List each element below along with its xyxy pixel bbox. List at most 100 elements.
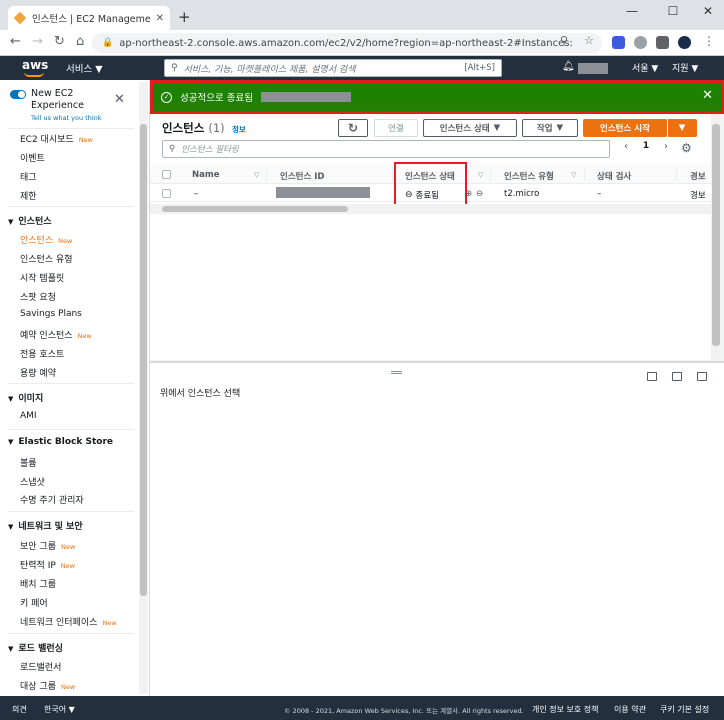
services-menu[interactable]: 서비스 ▼ [66, 61, 103, 75]
feedback-link[interactable]: Tell us what you think [31, 114, 102, 122]
sidebar-item-elastic-ip[interactable]: 탄력적 IP New [20, 558, 75, 571]
tab-title: 인스턴스 | EC2 Management Co [32, 14, 150, 25]
sidebar-item-launch-templates[interactable]: 시작 템플릿 [20, 271, 64, 284]
drag-handle-icon[interactable] [391, 371, 402, 374]
col-instance-type[interactable]: 인스턴스 유형 [504, 170, 554, 182]
sidebar-scrollbar-thumb[interactable] [140, 124, 147, 596]
sort-icon[interactable]: ▽ [571, 171, 576, 179]
actions-button[interactable]: 작업 ▼ [522, 119, 578, 137]
sidebar-section-instances[interactable]: ▼ 인스턴스 [8, 214, 52, 227]
gear-icon[interactable]: ⚙ [681, 141, 692, 155]
language-selector[interactable]: 한국어 ▼ [44, 704, 75, 715]
info-link[interactable]: 정보 [232, 124, 246, 135]
sidebar-item-security-groups[interactable]: 보안 그룹 New [20, 539, 75, 552]
zoom-icon[interactable]: ⚲ [560, 34, 568, 47]
browser-tab[interactable]: 인스턴스 | EC2 Management Co ✕ [8, 6, 170, 30]
zoom-out-icon[interactable]: ⊖ [476, 189, 483, 199]
col-alarm[interactable]: 경보 [690, 170, 706, 182]
sidebar-section-network[interactable]: ▼ 네트워크 및 보안 [8, 519, 83, 532]
extension-icon[interactable] [612, 36, 625, 49]
feedback-link[interactable]: 의견 [12, 704, 27, 715]
new-tab-button[interactable]: + [178, 8, 191, 26]
vertical-scrollbar-thumb[interactable] [712, 124, 720, 346]
bookmark-star-icon[interactable]: ☆ [584, 34, 594, 47]
col-status-check[interactable]: 상태 검사 [597, 170, 631, 182]
sidebar-item-capacity[interactable]: 용량 예약 [20, 366, 56, 379]
sidebar-item-instance-types[interactable]: 인스턴스 유형 [20, 252, 73, 265]
search-icon: ⚲ [171, 63, 178, 73]
sidebar-item-load-balancers[interactable]: 로드밸런서 [20, 660, 61, 673]
sidebar-section-images[interactable]: ▼ 이미지 [8, 391, 43, 404]
close-window-icon[interactable]: ✕ [698, 4, 718, 18]
account-menu[interactable] [578, 63, 608, 74]
layout-bottom-icon[interactable] [647, 372, 657, 381]
copyright: © 2008 - 2021, Amazon Web Services, Inc.… [284, 707, 524, 715]
sidebar-item-spot[interactable]: 스팟 요청 [20, 290, 56, 303]
forward-icon[interactable]: → [32, 34, 43, 49]
close-icon[interactable]: ✕ [114, 92, 125, 107]
prev-page-icon[interactable]: ‹ [624, 141, 628, 152]
maximize-icon[interactable]: ☐ [663, 4, 683, 18]
console-search-input[interactable]: ⚲ 서비스, 기능, 마켓플레이스 제품, 설명서 검색 [Alt+S] [164, 59, 502, 77]
sidebar-item-target-groups[interactable]: 대상 그룹 New [20, 679, 75, 692]
minimize-icon[interactable]: — [622, 4, 642, 18]
terms-link[interactable]: 이용 약관 [614, 704, 646, 715]
sidebar-item-lifecycle[interactable]: 수명 주기 관리자 [20, 493, 84, 506]
sidebar-item-placement[interactable]: 배치 그룹 [20, 577, 56, 590]
sidebar-item-limits[interactable]: 제한 [20, 189, 37, 202]
page-number[interactable]: 1 [643, 141, 649, 152]
sidebar-item-dedicated[interactable]: 전용 호스트 [20, 347, 64, 360]
sidebar-item-snapshots[interactable]: 스냅샷 [20, 475, 45, 488]
bell-icon[interactable]: 🔔︎ [562, 61, 575, 72]
sidebar-item-eni[interactable]: 네트워크 인터페이스 New [20, 615, 117, 628]
url-field[interactable]: 🔒 ap-northeast-2.console.aws.amazon.com/… [92, 33, 602, 53]
horizontal-scrollbar-thumb[interactable] [162, 206, 348, 212]
sidebar-item-volumes[interactable]: 볼륨 [20, 456, 37, 469]
close-icon[interactable]: ✕ [702, 88, 713, 103]
back-icon[interactable]: ← [10, 34, 21, 49]
sidebar-item-dashboard[interactable]: EC2 대시보드 New [20, 132, 93, 145]
caret-down-icon: ▼ [556, 123, 564, 133]
new-experience-toggle[interactable] [10, 90, 26, 99]
menu-dots-icon[interactable]: ⋮ [703, 34, 715, 48]
select-instance-hint: 위에서 인스턴스 선택 [160, 389, 241, 399]
col-instance-id[interactable]: 인스턴스 ID [280, 170, 324, 182]
sidebar-section-ebs[interactable]: ▼ Elastic Block Store [8, 437, 113, 447]
select-all-checkbox[interactable] [162, 170, 171, 179]
profile-avatar[interactable] [678, 36, 691, 49]
sidebar-item-tags[interactable]: 태그 [20, 170, 37, 183]
reload-icon[interactable]: ↻ [54, 34, 65, 49]
extension-icon[interactable] [634, 36, 647, 49]
sidebar-item-ami[interactable]: AMI [20, 411, 37, 421]
row-checkbox[interactable] [162, 189, 171, 198]
sort-icon[interactable]: ▽ [478, 171, 483, 179]
layout-full-icon[interactable] [697, 372, 707, 381]
connect-button[interactable]: 연결 [374, 119, 418, 137]
aws-logo[interactable]: aws [22, 58, 48, 77]
redacted-instance-id-cell[interactable] [276, 187, 370, 198]
support-menu[interactable]: 지원 ▼ [672, 61, 698, 74]
refresh-button[interactable]: ↻ [338, 119, 368, 137]
sidebar-item-savings[interactable]: Savings Plans [20, 309, 82, 319]
search-icon: ⚲ [169, 144, 176, 154]
sidebar-item-instances[interactable]: 인스턴스 New [20, 233, 72, 246]
sidebar-item-events[interactable]: 이벤트 [20, 151, 45, 164]
home-icon[interactable]: ⌂ [76, 34, 84, 49]
layout-side-icon[interactable] [672, 372, 682, 381]
instance-state-button[interactable]: 인스턴스 상태 ▼ [423, 119, 517, 137]
privacy-link[interactable]: 개인 정보 보호 정책 [532, 704, 599, 715]
region-menu[interactable]: 서울 ▼ [632, 61, 658, 74]
sidebar-section-lb[interactable]: ▼ 로드 밸런싱 [8, 641, 63, 654]
close-tab-icon[interactable]: ✕ [156, 13, 164, 24]
instance-filter-input[interactable]: ⚲ 인스턴스 필터링 [162, 140, 610, 158]
extensions-puzzle-icon[interactable] [656, 36, 669, 49]
next-page-icon[interactable]: › [664, 141, 668, 152]
sidebar-item-keypairs[interactable]: 키 페어 [20, 596, 48, 609]
cell-status-check: – [597, 189, 602, 199]
launch-instance-button[interactable]: 인스턴스 시작 [583, 119, 667, 137]
launch-dropdown-button[interactable]: ▼ [667, 119, 697, 137]
col-name[interactable]: Name [192, 170, 219, 180]
cookie-settings-link[interactable]: 쿠키 기본 설정 [660, 704, 709, 715]
sort-icon[interactable]: ▽ [254, 171, 259, 179]
sidebar-item-reserved[interactable]: 예약 인스턴스 New [20, 328, 92, 341]
